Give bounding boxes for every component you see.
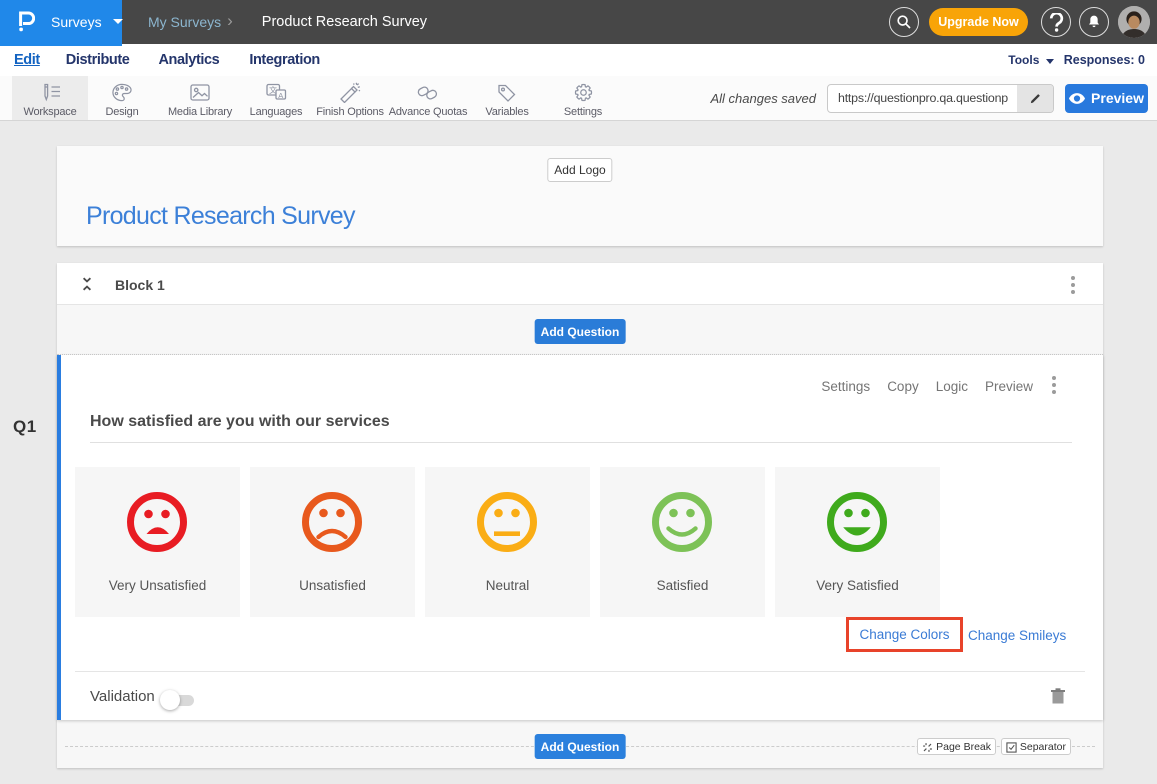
svg-text:文: 文 [269, 85, 277, 95]
svg-text:A: A [278, 91, 283, 100]
